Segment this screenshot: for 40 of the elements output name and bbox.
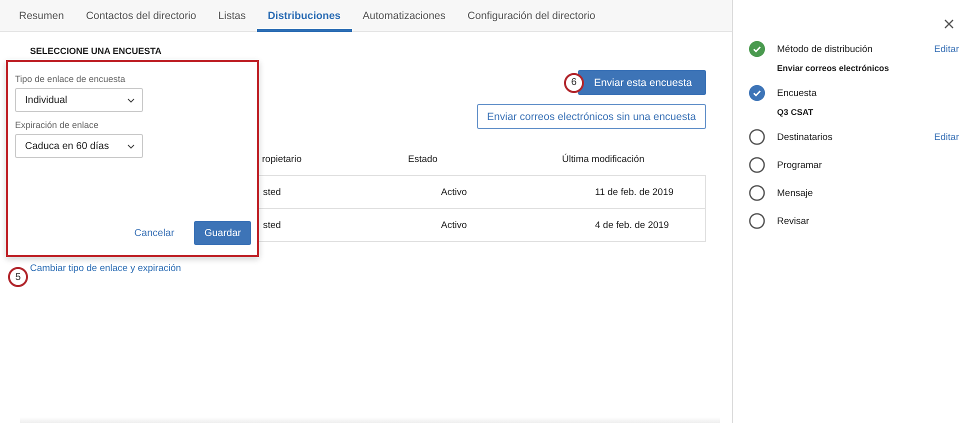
- step-title: Encuesta: [777, 88, 818, 98]
- step-callout: 5: [8, 267, 28, 287]
- column-header: ropietario: [262, 154, 303, 164]
- table-cell-text: sted: [263, 220, 282, 230]
- table-cell-text: Activo: [441, 220, 468, 230]
- table-cell-text: 11 de feb. de 2019: [595, 186, 675, 198]
- step-detail: Q3 CSAT: [777, 107, 814, 117]
- nav-tab[interactable]: Automatizaciones: [352, 0, 457, 32]
- column-header: Última modificación: [562, 154, 646, 164]
- step-detail: Enviar correos electrónicos: [777, 63, 890, 73]
- step-title: Mensaje: [777, 188, 814, 198]
- table-cell-text: Activo: [441, 186, 468, 198]
- dropdown[interactable]: Individual: [15, 88, 143, 112]
- edit-link[interactable]: Editar: [934, 132, 959, 142]
- chevron-down-icon: [127, 98, 135, 102]
- nav-tab[interactable]: Listas: [207, 0, 257, 32]
- step-title: Programar: [777, 160, 823, 170]
- cancel-button[interactable]: Cancelar: [134, 228, 174, 238]
- field-label: Tipo de enlace de encuesta: [15, 74, 126, 84]
- nav-tab[interactable]: Distribuciones: [256, 0, 352, 32]
- send-survey-button[interactable]: Enviar esta encuesta: [578, 70, 706, 95]
- close-icon[interactable]: [943, 18, 955, 30]
- step-title: Revisar: [777, 216, 810, 226]
- edit-link[interactable]: Editar: [934, 44, 959, 54]
- column-header: Estado: [408, 154, 439, 164]
- step-title: Método de distribución: [777, 44, 874, 54]
- table-cell-text: sted: [263, 186, 282, 198]
- nav-tab[interactable]: Resumen: [8, 0, 75, 32]
- section-title: SELECCIONE UNA ENCUESTA: [30, 46, 163, 56]
- change-link-type-link[interactable]: Cambiar tipo de enlace y expiración: [30, 263, 182, 274]
- chevron-down-icon: [127, 144, 135, 148]
- field-label: Expiración de enlace: [15, 120, 99, 130]
- save-button[interactable]: Guardar: [194, 221, 251, 245]
- step-callout: 6: [564, 72, 584, 92]
- nav-tab[interactable]: Configuración del directorio: [456, 0, 606, 32]
- step-title: Destinatarios: [777, 132, 834, 142]
- nav-tab[interactable]: Contactos del directorio: [74, 0, 208, 32]
- table-cell-text: 4 de feb. de 2019: [595, 220, 670, 230]
- dropdown[interactable]: Caduca en 60 días: [15, 134, 143, 158]
- send-emails-button[interactable]: Enviar correos electrónicos sin una encuesta: [477, 104, 706, 129]
